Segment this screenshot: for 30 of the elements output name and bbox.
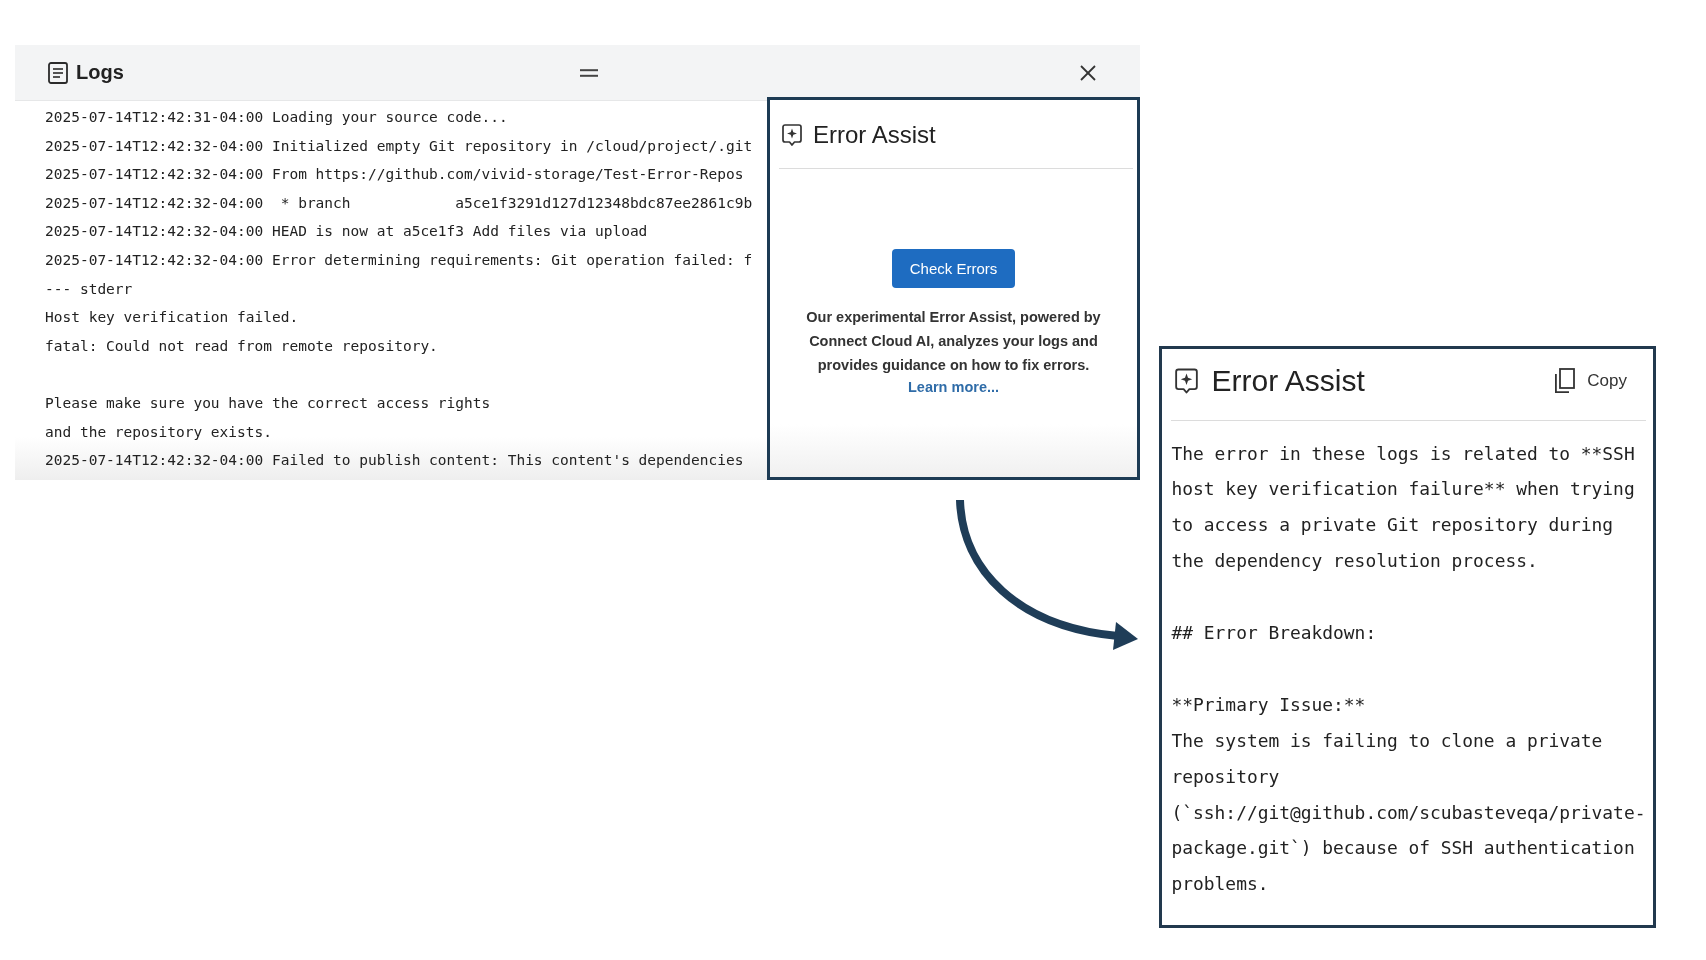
- popup-title: Error Assist: [813, 120, 936, 150]
- log-line: 2025-07-14T12:42:32-04:00 Failed to publish content: This content's dependencies: [45, 451, 744, 471]
- log-line: 2025-07-14T12:42:32-04:00 From https://github.com/vivid-storage/Test-Error-Repos: [45, 165, 744, 185]
- chat-sparkle-icon: [782, 124, 802, 146]
- copy-icon: [1554, 367, 1576, 394]
- logs-title: Logs: [76, 61, 124, 84]
- log-line: 2025-07-14T12:42:32-04:00 Initialized empty Git repository in /cloud/project/.git: [45, 136, 753, 156]
- log-line: Please make sure you have the correct access rights: [45, 393, 491, 413]
- assist-response-text: ## Error Breakdown:: [1171, 621, 1378, 645]
- log-line: and the repository exists.: [45, 422, 272, 442]
- panel-title: Error Assist: [1211, 362, 1365, 399]
- log-line: 2025-07-14T12:42:31-04:00 Loading your source code...: [45, 108, 508, 127]
- chat-sparkle-icon: [1174, 367, 1198, 394]
- log-line: Host key verification failed.: [45, 308, 299, 328]
- log-line: 2025-07-14T12:42:32-04:00 * branch a5ce1f3291d127d12348bdc87ee2861c9b: [45, 193, 753, 213]
- log-line: 2025-07-14T12:42:32-04:00 HEAD is now at a5ce1f3 Add files via upload: [45, 222, 648, 242]
- document-icon: [48, 61, 68, 84]
- assist-response-text: **Primary Issue:**: [1171, 692, 1367, 717]
- assist-response-text: The error in these logs is related to **SSH host key verification failure** when trying to access a private Git repository during the dependency resolution process.: [1171, 441, 1636, 574]
- log-line: 2025-07-14T12:42:32-04:00 Error determining requirements: Git operation failed: f: [45, 250, 753, 270]
- close-button[interactable]: [1080, 64, 1096, 81]
- close-icon: [1080, 64, 1096, 81]
- copy-button[interactable]: Copy: [1554, 367, 1627, 394]
- assist-description: Our experimental Error Assist, powered by Connect Cloud AI, analyzes your logs and provides guidance on how to fix errors.: [805, 308, 1102, 375]
- learn-more-link[interactable]: Learn more...: [907, 377, 1000, 397]
- check-errors-button[interactable]: Check Errors: [892, 249, 1015, 288]
- log-line: --- stderr: [45, 279, 133, 299]
- assist-response-text: The system is failing to clone a private repository (`ssh://git@github.com/scubasteveqa/private-package.git`) because of SSH authentication problems.: [1171, 728, 1647, 897]
- log-line: fatal: Could not read from remote repository.: [45, 336, 438, 356]
- drag-handle-icon[interactable]: [580, 68, 598, 77]
